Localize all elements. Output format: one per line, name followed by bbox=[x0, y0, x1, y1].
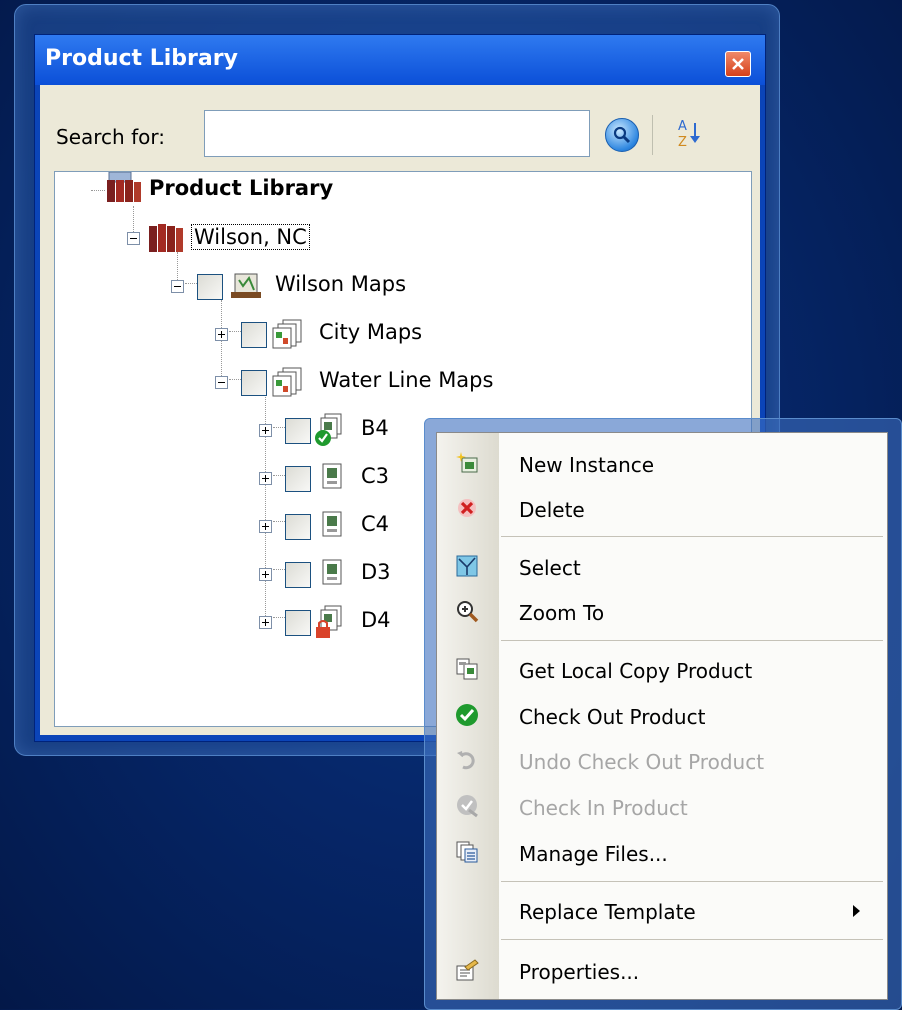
tree-node-group[interactable]: Water Line Maps bbox=[55, 364, 493, 400]
product-icon bbox=[322, 511, 342, 537]
product-icon bbox=[322, 463, 342, 489]
menu-label: New Instance bbox=[519, 453, 655, 477]
checkbox[interactable] bbox=[285, 418, 311, 444]
menu-separator bbox=[501, 536, 883, 537]
tree-label-product: D4 bbox=[361, 608, 391, 632]
menu-item-check-out[interactable]: Check Out Product bbox=[437, 695, 889, 737]
map-series-icon bbox=[272, 367, 302, 397]
menu-label: Delete bbox=[519, 498, 585, 522]
check-out-icon bbox=[456, 704, 478, 726]
tree-label-group: City Maps bbox=[319, 320, 423, 344]
tree-label-product: C4 bbox=[361, 512, 390, 536]
tree-node-library[interactable]: Wilson, NC bbox=[55, 220, 455, 256]
close-button[interactable] bbox=[725, 51, 751, 77]
menu-label: Check Out Product bbox=[519, 705, 706, 729]
menu-item-select[interactable]: Select bbox=[437, 546, 889, 588]
product-checked-out-icon bbox=[315, 413, 342, 446]
menu-label: Replace Template bbox=[519, 900, 696, 924]
toolbar-separator bbox=[652, 115, 653, 155]
menu-item-replace-template[interactable]: Replace Template bbox=[437, 890, 889, 932]
search-label: Search for: bbox=[56, 125, 165, 149]
library-root-icon bbox=[107, 172, 141, 202]
tree-label-library: Wilson, NC bbox=[191, 224, 310, 250]
collapse-toggle[interactable] bbox=[215, 376, 228, 389]
menu-label: Properties... bbox=[519, 960, 640, 984]
collapse-toggle[interactable] bbox=[127, 232, 140, 245]
menu-label: Get Local Copy Product bbox=[519, 659, 753, 683]
svg-text:A: A bbox=[678, 119, 687, 134]
undo-check-out-icon bbox=[457, 751, 475, 770]
local-copy-icon bbox=[456, 658, 478, 680]
menu-item-undo-check-out: Undo Check Out Product bbox=[437, 740, 889, 782]
tree-label-group: Water Line Maps bbox=[319, 368, 494, 392]
checkbox[interactable] bbox=[241, 322, 267, 348]
tree-node-product[interactable]: C4 bbox=[55, 508, 389, 544]
menu-label: Check In Product bbox=[519, 796, 688, 820]
expand-toggle[interactable] bbox=[259, 568, 272, 581]
menu-label: Manage Files... bbox=[519, 842, 668, 866]
menu-label: Select bbox=[519, 556, 581, 580]
library-icon bbox=[149, 224, 183, 252]
sort-button[interactable]: A Z bbox=[670, 113, 710, 153]
tree-node-folder[interactable]: Wilson Maps bbox=[55, 268, 455, 304]
search-icon bbox=[613, 126, 631, 144]
tree-node-product[interactable]: D3 bbox=[55, 556, 391, 592]
manage-files-icon bbox=[456, 841, 478, 863]
select-icon bbox=[456, 555, 478, 577]
expand-toggle[interactable] bbox=[259, 520, 272, 533]
menu-item-manage-files[interactable]: Manage Files... bbox=[437, 832, 889, 874]
tree-label-folder: Wilson Maps bbox=[275, 272, 407, 296]
tree-node-group[interactable]: City Maps bbox=[55, 316, 455, 352]
tree-label-product: C3 bbox=[361, 464, 390, 488]
close-icon bbox=[732, 58, 744, 70]
checkbox[interactable] bbox=[285, 466, 311, 492]
tree-label-product: B4 bbox=[361, 416, 389, 440]
menu-separator bbox=[501, 939, 883, 940]
menu-item-get-local-copy[interactable]: Get Local Copy Product bbox=[437, 649, 889, 691]
checkbox[interactable] bbox=[285, 562, 311, 588]
tree-node-product[interactable]: D4 bbox=[55, 604, 391, 640]
menu-item-properties[interactable]: Properties... bbox=[437, 950, 889, 992]
expand-toggle[interactable] bbox=[259, 424, 272, 437]
checkbox[interactable] bbox=[241, 370, 267, 396]
collapse-toggle[interactable] bbox=[171, 280, 184, 293]
expand-toggle[interactable] bbox=[259, 472, 272, 485]
expand-toggle[interactable] bbox=[259, 616, 272, 629]
search-input[interactable] bbox=[204, 110, 590, 157]
submenu-arrow-icon bbox=[853, 905, 860, 917]
product-locked-icon bbox=[316, 605, 342, 638]
zoom-to-icon bbox=[457, 601, 479, 623]
menu-label: Undo Check Out Product bbox=[519, 750, 765, 774]
menu-item-new-instance[interactable]: New Instance bbox=[437, 443, 889, 485]
menu-item-check-in: Check In Product bbox=[437, 786, 889, 828]
menu-separator bbox=[501, 881, 883, 882]
title-bar[interactable]: Product Library bbox=[35, 35, 765, 85]
tree-label-product: D3 bbox=[361, 560, 391, 584]
menu-item-delete[interactable]: Delete bbox=[437, 488, 889, 530]
checkbox[interactable] bbox=[197, 274, 223, 300]
menu-separator bbox=[501, 640, 883, 641]
menu-item-zoom-to[interactable]: Zoom To bbox=[437, 591, 889, 633]
tree-node-product[interactable]: C3 bbox=[55, 460, 389, 496]
expand-toggle[interactable] bbox=[215, 328, 228, 341]
checkbox[interactable] bbox=[285, 610, 311, 636]
map-book-icon bbox=[231, 273, 261, 298]
product-icon bbox=[322, 559, 342, 585]
tree-label-root: Product Library bbox=[149, 176, 334, 200]
search-button[interactable] bbox=[605, 118, 639, 152]
map-series-icon bbox=[272, 319, 302, 349]
window-title: Product Library bbox=[45, 46, 238, 71]
context-menu: New Instance Delete Select Zoom To Get L… bbox=[436, 432, 888, 1000]
sort-az-icon: A Z bbox=[678, 119, 700, 150]
tree-node-root[interactable]: Product Library bbox=[55, 172, 455, 208]
new-instance-icon bbox=[456, 452, 478, 473]
check-in-icon bbox=[457, 795, 478, 818]
menu-label: Zoom To bbox=[519, 601, 605, 625]
checkbox[interactable] bbox=[285, 514, 311, 540]
tree-node-product[interactable]: B4 bbox=[55, 412, 389, 448]
delete-icon bbox=[458, 499, 476, 517]
svg-text:Z: Z bbox=[678, 135, 687, 150]
properties-icon bbox=[456, 959, 479, 981]
